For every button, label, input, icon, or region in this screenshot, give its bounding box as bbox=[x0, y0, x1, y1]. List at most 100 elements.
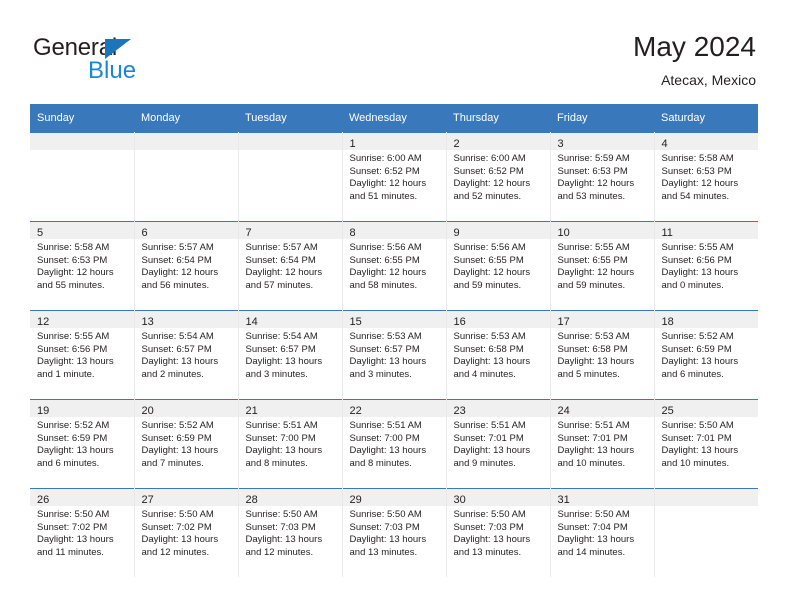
day-number-band: 16 bbox=[446, 311, 550, 328]
daylight-line-1: Daylight: 13 hours bbox=[37, 534, 114, 546]
day-number-band: 18 bbox=[654, 311, 758, 328]
day-cell[interactable]: 31 Sunrise: 5:50 AM Sunset: 7:04 PM Dayl… bbox=[550, 488, 655, 577]
day-number: 27 bbox=[141, 494, 154, 506]
day-cell[interactable] bbox=[654, 488, 758, 577]
sunrise-line: Sunrise: 5:53 AM bbox=[557, 331, 630, 342]
day-cell[interactable]: 15 Sunrise: 5:53 AM Sunset: 6:57 PM Dayl… bbox=[342, 310, 447, 400]
day-number: 17 bbox=[557, 316, 570, 328]
daylight-line-2: and 11 minutes. bbox=[37, 546, 104, 558]
day-number: 3 bbox=[557, 138, 564, 150]
sunrise-line: Sunrise: 5:58 AM bbox=[37, 242, 110, 253]
logo-triangle-icon bbox=[105, 39, 131, 59]
day-number-band: 6 bbox=[134, 222, 238, 239]
day-number: 1 bbox=[349, 138, 356, 150]
sunset-line: Sunset: 6:53 PM bbox=[661, 165, 732, 177]
day-cell[interactable]: 12 Sunrise: 5:55 AM Sunset: 6:56 PM Dayl… bbox=[30, 310, 135, 400]
day-details bbox=[238, 150, 342, 220]
day-number-band: 24 bbox=[550, 400, 654, 417]
day-number-band: 14 bbox=[238, 311, 342, 328]
day-cell[interactable]: 3 Sunrise: 5:59 AM Sunset: 6:53 PM Dayli… bbox=[550, 132, 655, 222]
day-details: Sunrise: 5:52 AM Sunset: 6:59 PM Dayligh… bbox=[654, 328, 758, 398]
day-cell[interactable]: 6 Sunrise: 5:57 AM Sunset: 6:54 PM Dayli… bbox=[134, 221, 239, 311]
day-number: 19 bbox=[37, 405, 50, 417]
page-subtitle: Atecax, Mexico bbox=[661, 72, 756, 88]
day-details: Sunrise: 5:50 AM Sunset: 7:01 PM Dayligh… bbox=[654, 417, 758, 487]
daylight-line-1: Daylight: 13 hours bbox=[141, 534, 219, 546]
day-cell[interactable]: 7 Sunrise: 5:57 AM Sunset: 6:54 PM Dayli… bbox=[238, 221, 343, 311]
day-number: 29 bbox=[349, 494, 362, 506]
day-cell[interactable]: 19 Sunrise: 5:52 AM Sunset: 6:59 PM Dayl… bbox=[30, 399, 135, 489]
day-number-band: 13 bbox=[134, 311, 238, 328]
sunset-line: Sunset: 6:55 PM bbox=[349, 254, 420, 266]
day-details: Sunrise: 5:58 AM Sunset: 6:53 PM Dayligh… bbox=[30, 239, 134, 309]
daylight-line-2: and 3 minutes. bbox=[245, 368, 308, 380]
day-cell[interactable]: 25 Sunrise: 5:50 AM Sunset: 7:01 PM Dayl… bbox=[654, 399, 758, 489]
day-details: Sunrise: 5:55 AM Sunset: 6:56 PM Dayligh… bbox=[654, 239, 758, 309]
day-number: 5 bbox=[37, 227, 44, 239]
calendar-week-row: 1 Sunrise: 6:00 AM Sunset: 6:52 PM Dayli… bbox=[30, 132, 758, 222]
day-cell[interactable]: 16 Sunrise: 5:53 AM Sunset: 6:58 PM Dayl… bbox=[446, 310, 551, 400]
day-cell[interactable] bbox=[134, 132, 239, 222]
day-cell[interactable] bbox=[30, 132, 135, 222]
day-cell[interactable]: 28 Sunrise: 5:50 AM Sunset: 7:03 PM Dayl… bbox=[238, 488, 343, 577]
sunrise-line: Sunrise: 5:50 AM bbox=[37, 509, 110, 520]
day-cell[interactable]: 1 Sunrise: 6:00 AM Sunset: 6:52 PM Dayli… bbox=[342, 132, 447, 222]
day-cell[interactable]: 5 Sunrise: 5:58 AM Sunset: 6:53 PM Dayli… bbox=[30, 221, 135, 311]
day-cell[interactable]: 11 Sunrise: 5:55 AM Sunset: 6:56 PM Dayl… bbox=[654, 221, 758, 311]
day-number: 13 bbox=[141, 316, 154, 328]
day-cell[interactable]: 13 Sunrise: 5:54 AM Sunset: 6:57 PM Dayl… bbox=[134, 310, 239, 400]
day-cell[interactable]: 29 Sunrise: 5:50 AM Sunset: 7:03 PM Dayl… bbox=[342, 488, 447, 577]
daylight-line-2: and 13 minutes. bbox=[349, 546, 418, 558]
day-number: 21 bbox=[245, 405, 258, 417]
sunrise-line: Sunrise: 5:50 AM bbox=[349, 509, 422, 520]
sunrise-line: Sunrise: 5:53 AM bbox=[349, 331, 422, 342]
day-cell[interactable]: 4 Sunrise: 5:58 AM Sunset: 6:53 PM Dayli… bbox=[654, 132, 758, 222]
day-cell[interactable]: 21 Sunrise: 5:51 AM Sunset: 7:00 PM Dayl… bbox=[238, 399, 343, 489]
daylight-line-2: and 59 minutes. bbox=[453, 279, 522, 291]
day-number: 25 bbox=[661, 405, 674, 417]
day-cell[interactable]: 10 Sunrise: 5:55 AM Sunset: 6:55 PM Dayl… bbox=[550, 221, 655, 311]
day-cell[interactable]: 26 Sunrise: 5:50 AM Sunset: 7:02 PM Dayl… bbox=[30, 488, 135, 577]
sunrise-line: Sunrise: 5:57 AM bbox=[141, 242, 214, 253]
daylight-line-1: Daylight: 12 hours bbox=[141, 267, 219, 279]
sunset-line: Sunset: 6:59 PM bbox=[661, 343, 732, 355]
logo-text-blue: Blue bbox=[88, 57, 137, 84]
day-cell[interactable]: 9 Sunrise: 5:56 AM Sunset: 6:55 PM Dayli… bbox=[446, 221, 551, 311]
day-number: 28 bbox=[245, 494, 258, 506]
day-number: 12 bbox=[37, 316, 50, 328]
day-cell[interactable]: 8 Sunrise: 5:56 AM Sunset: 6:55 PM Dayli… bbox=[342, 221, 447, 311]
day-number-band: 22 bbox=[342, 400, 446, 417]
day-number-band: 3 bbox=[550, 133, 654, 150]
weekday-header-monday: Monday bbox=[134, 104, 238, 133]
daylight-line-2: and 12 minutes. bbox=[141, 546, 210, 558]
day-cell[interactable]: 14 Sunrise: 5:54 AM Sunset: 6:57 PM Dayl… bbox=[238, 310, 343, 400]
page-header: General Blue May 2024 Atecax, Mexico bbox=[0, 0, 792, 104]
sunrise-line: Sunrise: 5:50 AM bbox=[661, 420, 734, 431]
daylight-line-1: Daylight: 12 hours bbox=[349, 178, 427, 190]
sunrise-line: Sunrise: 5:51 AM bbox=[557, 420, 630, 431]
day-number: 15 bbox=[349, 316, 362, 328]
day-cell[interactable] bbox=[238, 132, 343, 222]
daylight-line-2: and 4 minutes. bbox=[453, 368, 516, 380]
calendar-body: 1 Sunrise: 6:00 AM Sunset: 6:52 PM Dayli… bbox=[30, 132, 758, 577]
title-block: May 2024 Atecax, Mexico bbox=[633, 30, 756, 90]
day-cell[interactable]: 18 Sunrise: 5:52 AM Sunset: 6:59 PM Dayl… bbox=[654, 310, 758, 400]
day-cell[interactable]: 17 Sunrise: 5:53 AM Sunset: 6:58 PM Dayl… bbox=[550, 310, 655, 400]
day-cell[interactable]: 30 Sunrise: 5:50 AM Sunset: 7:03 PM Dayl… bbox=[446, 488, 551, 577]
day-cell[interactable]: 20 Sunrise: 5:52 AM Sunset: 6:59 PM Dayl… bbox=[134, 399, 239, 489]
weekday-header-tuesday: Tuesday bbox=[238, 104, 342, 133]
day-details: Sunrise: 5:50 AM Sunset: 7:04 PM Dayligh… bbox=[550, 506, 654, 576]
sunset-line: Sunset: 6:52 PM bbox=[349, 165, 420, 177]
sunrise-line: Sunrise: 6:00 AM bbox=[349, 153, 422, 164]
day-cell[interactable]: 27 Sunrise: 5:50 AM Sunset: 7:02 PM Dayl… bbox=[134, 488, 239, 577]
sunset-line: Sunset: 6:57 PM bbox=[245, 343, 316, 355]
day-number: 6 bbox=[141, 227, 148, 239]
day-cell[interactable]: 22 Sunrise: 5:51 AM Sunset: 7:00 PM Dayl… bbox=[342, 399, 447, 489]
sunset-line: Sunset: 6:56 PM bbox=[37, 343, 108, 355]
daylight-line-2: and 6 minutes. bbox=[661, 368, 724, 380]
sunrise-line: Sunrise: 5:55 AM bbox=[557, 242, 630, 253]
day-cell[interactable]: 2 Sunrise: 6:00 AM Sunset: 6:52 PM Dayli… bbox=[446, 132, 551, 222]
day-cell[interactable]: 23 Sunrise: 5:51 AM Sunset: 7:01 PM Dayl… bbox=[446, 399, 551, 489]
general-blue-logo: General Blue bbox=[33, 34, 243, 90]
day-cell[interactable]: 24 Sunrise: 5:51 AM Sunset: 7:01 PM Dayl… bbox=[550, 399, 655, 489]
